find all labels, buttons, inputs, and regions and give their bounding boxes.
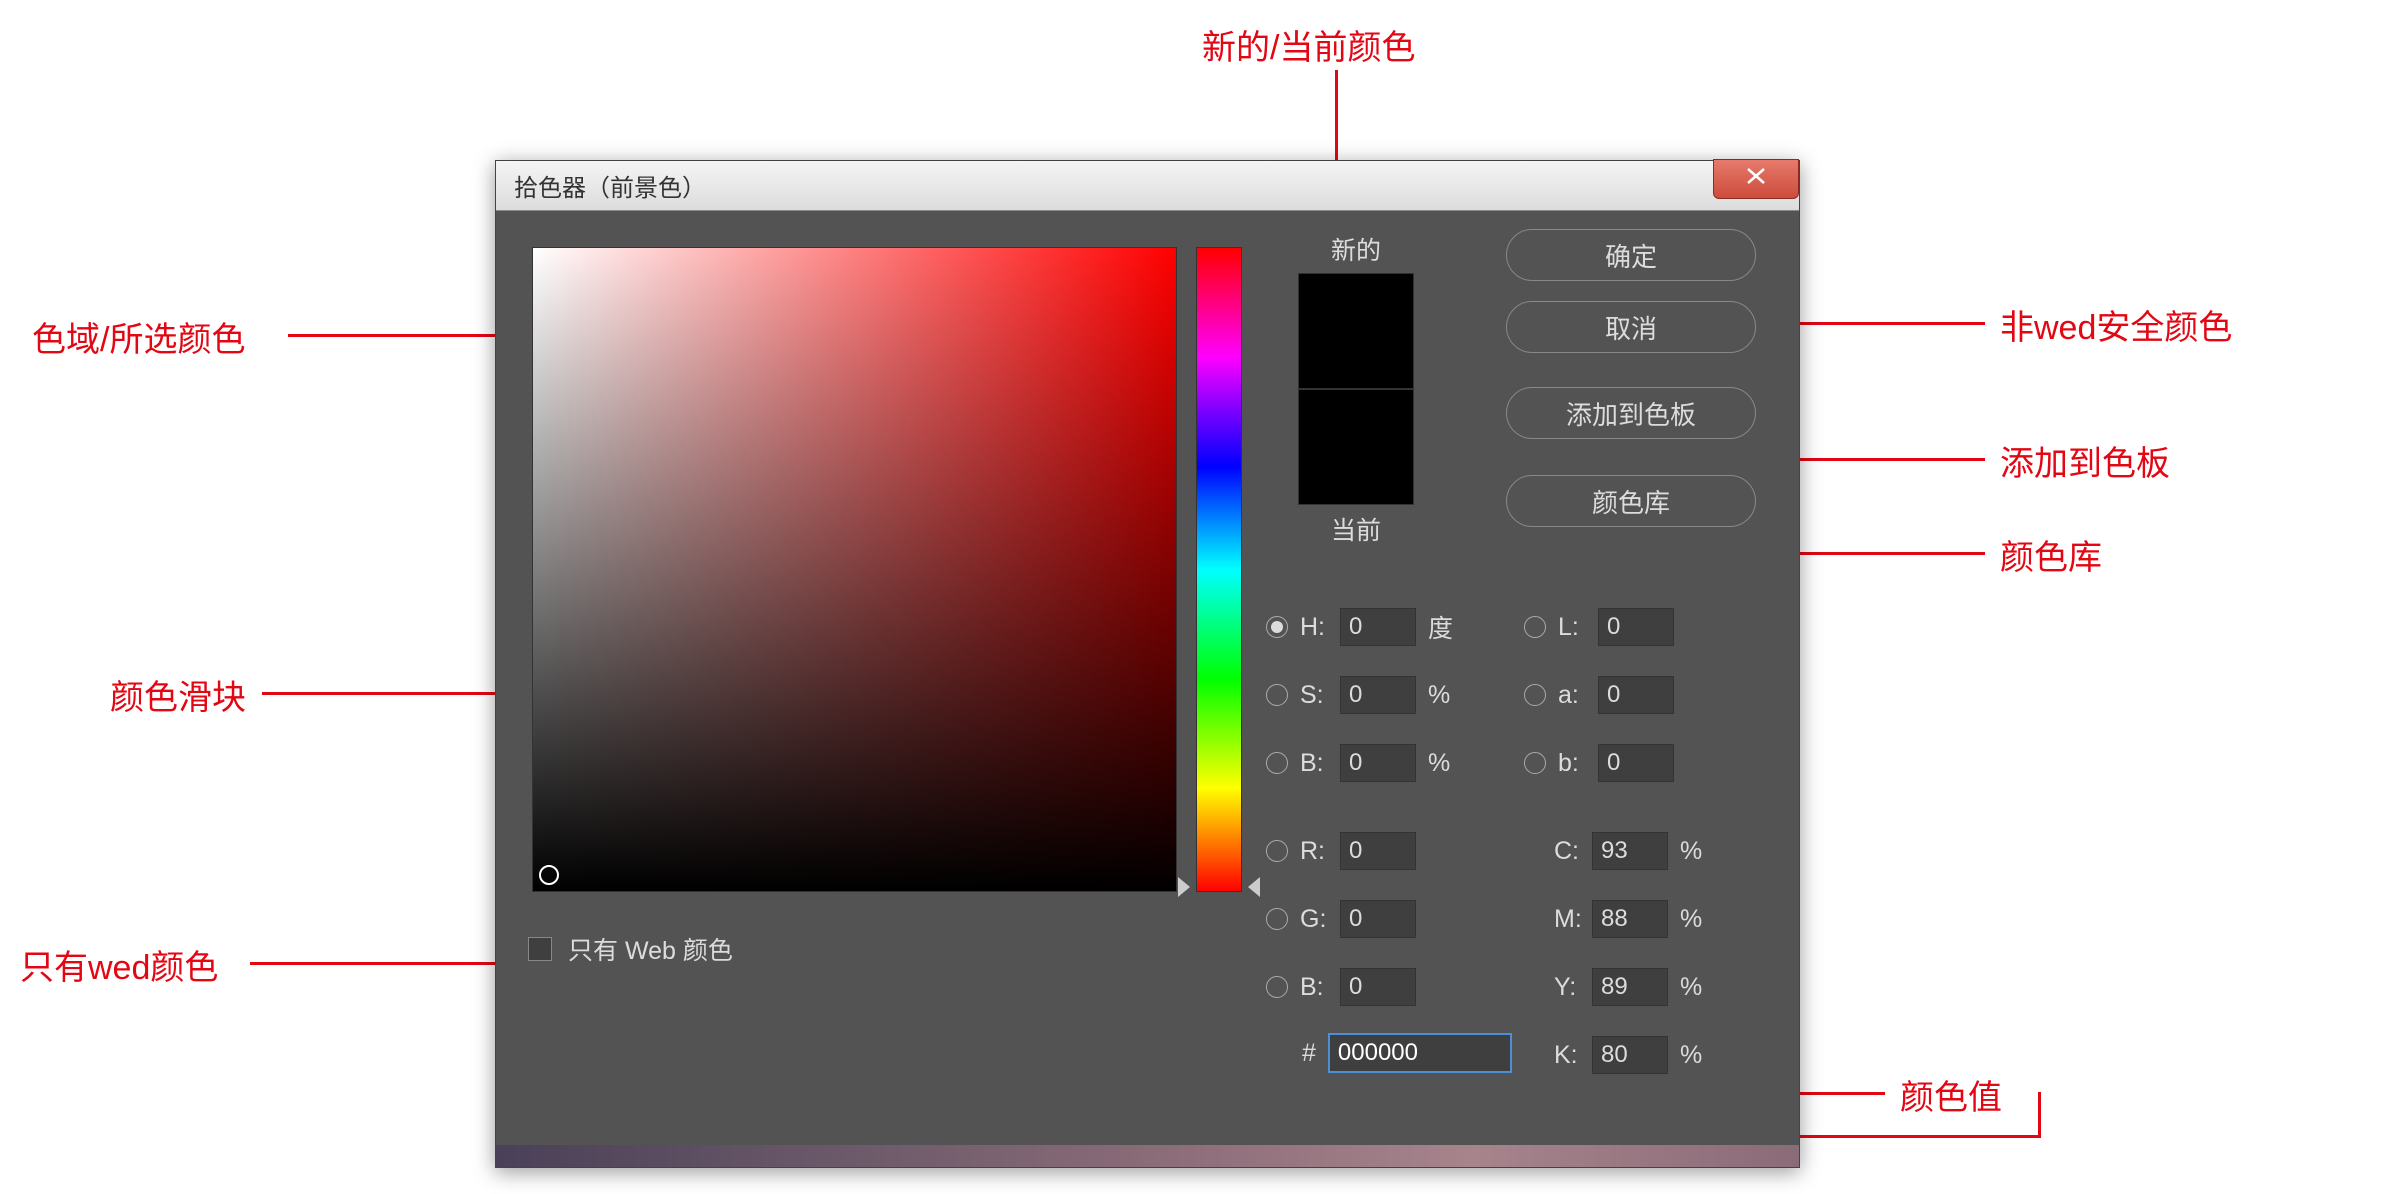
unit-s: %: [1428, 681, 1460, 710]
input-l[interactable]: [1598, 608, 1674, 646]
unit-y: %: [1680, 973, 1712, 1002]
hex-input[interactable]: [1328, 1033, 1512, 1073]
anno-webonly: 只有wed颜色: [20, 940, 218, 989]
add-swatch-button[interactable]: 添加到色板: [1506, 387, 1756, 439]
triangle-right-icon: [1248, 877, 1260, 897]
radio-g[interactable]: [1266, 908, 1288, 930]
current-color-swatch[interactable]: [1298, 389, 1414, 505]
row-bc: B:: [1266, 965, 1416, 1009]
anno-value: 颜色值: [1900, 1070, 2002, 1119]
cancel-button[interactable]: 取消: [1506, 301, 1756, 353]
row-s: S: %: [1266, 673, 1460, 717]
row-bl: b:: [1524, 741, 1674, 785]
color-library-button[interactable]: 颜色库: [1506, 475, 1756, 527]
anno-add: 添加到色板: [2000, 436, 2170, 485]
row-y: Y: %: [1554, 965, 1712, 1009]
picker-cursor: [539, 865, 559, 885]
radio-b[interactable]: [1266, 752, 1288, 774]
row-m: M: %: [1554, 897, 1712, 941]
titlebar: 拾色器（前景色）: [496, 161, 1799, 211]
row-c: C: %: [1554, 829, 1712, 873]
hue-slider[interactable]: [1196, 247, 1242, 892]
hex-label: #: [1302, 1039, 1316, 1068]
input-s[interactable]: [1340, 676, 1416, 714]
input-m[interactable]: [1592, 900, 1668, 938]
line-value-v: [2038, 1092, 2041, 1137]
radio-l[interactable]: [1524, 616, 1546, 638]
label-g: G:: [1300, 905, 1340, 934]
input-bc[interactable]: [1340, 968, 1416, 1006]
web-only-checkbox-row: 只有 Web 颜色: [528, 931, 733, 967]
row-a: a:: [1524, 673, 1674, 717]
window-title: 拾色器（前景色）: [514, 168, 706, 203]
label-h: H:: [1300, 613, 1340, 642]
input-a[interactable]: [1598, 676, 1674, 714]
input-r[interactable]: [1340, 832, 1416, 870]
anno-slider: 颜色滑块: [110, 670, 246, 719]
input-bv[interactable]: [1340, 744, 1416, 782]
unit-m: %: [1680, 905, 1712, 934]
triangle-left-icon: [1178, 877, 1190, 897]
anno-gamut: 色域/所选颜色: [32, 312, 245, 361]
label-m: M:: [1554, 905, 1592, 934]
unit-c: %: [1680, 837, 1712, 866]
label-k: K:: [1554, 1041, 1592, 1070]
web-only-checkbox[interactable]: [528, 937, 552, 961]
new-color-swatch: [1298, 273, 1414, 389]
color-picker-dialog: 拾色器（前景色） 新的 当前 确定 取消 添加到色板 颜色库 H:: [495, 160, 1800, 1168]
swatch-area: 新的 当前: [1276, 231, 1436, 553]
input-bl[interactable]: [1598, 744, 1674, 782]
input-c[interactable]: [1592, 832, 1668, 870]
web-only-label: 只有 Web 颜色: [568, 931, 733, 967]
close-button[interactable]: [1713, 159, 1799, 199]
label-s: S:: [1300, 681, 1340, 710]
radio-s[interactable]: [1266, 684, 1288, 706]
unit-k: %: [1680, 1041, 1712, 1070]
label-bv: B:: [1300, 749, 1340, 778]
row-hex: #: [1302, 1033, 1512, 1073]
input-k[interactable]: [1592, 1036, 1668, 1074]
anno-websafe: 非wed安全颜色: [2000, 300, 2232, 349]
label-l: L:: [1558, 613, 1598, 642]
row-r: R:: [1266, 829, 1416, 873]
input-g[interactable]: [1340, 900, 1416, 938]
radio-bc[interactable]: [1266, 976, 1288, 998]
row-l: L:: [1524, 605, 1674, 649]
unit-h: 度: [1428, 609, 1460, 645]
label-bc: B:: [1300, 973, 1340, 1002]
row-g: G:: [1266, 897, 1416, 941]
radio-h[interactable]: [1266, 616, 1288, 638]
unit-bv: %: [1428, 749, 1460, 778]
label-c: C:: [1554, 837, 1592, 866]
input-y[interactable]: [1592, 968, 1668, 1006]
radio-bl[interactable]: [1524, 752, 1546, 774]
anno-lib: 颜色库: [2000, 530, 2102, 579]
ok-button[interactable]: 确定: [1506, 229, 1756, 281]
radio-r[interactable]: [1266, 840, 1288, 862]
input-h[interactable]: [1340, 608, 1416, 646]
row-h: H: 度: [1266, 605, 1460, 649]
dialog-body: 新的 当前 确定 取消 添加到色板 颜色库 H: 度 S: % B: %: [496, 211, 1799, 1167]
row-bv: B: %: [1266, 741, 1460, 785]
label-r: R:: [1300, 837, 1340, 866]
label-y: Y:: [1554, 973, 1592, 1002]
radio-a[interactable]: [1524, 684, 1546, 706]
current-color-label: 当前: [1276, 511, 1436, 547]
anno-new-current: 新的/当前颜色: [1202, 20, 1415, 69]
color-field[interactable]: [532, 247, 1177, 892]
row-k: K: %: [1554, 1033, 1712, 1077]
label-a: a:: [1558, 681, 1598, 710]
label-bl: b:: [1558, 749, 1598, 778]
hue-slider-handle[interactable]: [1184, 877, 1254, 897]
close-icon: [1744, 165, 1768, 193]
new-color-label: 新的: [1276, 231, 1436, 267]
